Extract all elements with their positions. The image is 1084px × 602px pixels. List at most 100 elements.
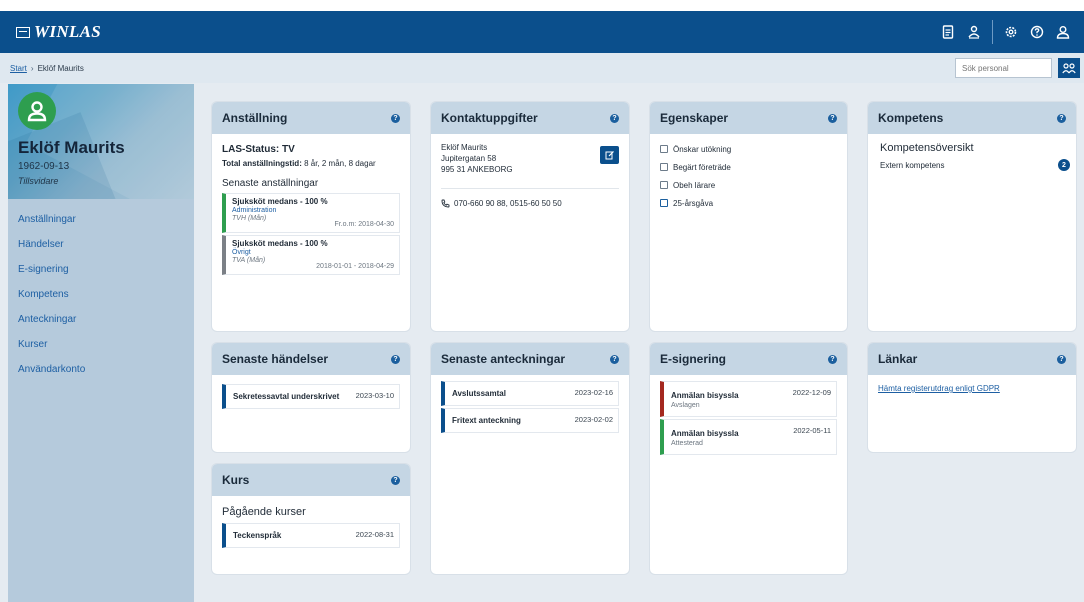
checkbox-icon <box>660 163 668 171</box>
card-title: Anställning <box>222 111 288 125</box>
property-checkbox[interactable]: Obeh lärare <box>660 176 837 194</box>
contact-street: Jupitergatan 58 <box>441 154 497 163</box>
sidebar-item-e-signering[interactable]: E-signering <box>8 257 194 282</box>
course-heading: Pågående kurser <box>222 506 306 518</box>
help-icon[interactable]: ? <box>610 354 619 364</box>
total-value: 8 år, 2 mån, 8 dagar <box>304 159 376 168</box>
sidebar-item-kurser[interactable]: Kurser <box>8 332 194 357</box>
breadcrumb-current: Eklöf Maurits <box>37 63 84 73</box>
esign-date: 2022-05-11 <box>793 426 831 435</box>
section-heading: Senaste anställningar <box>222 178 319 189</box>
competence-row[interactable]: Extern kompetens 2 <box>880 159 1070 171</box>
card-title: Länkar <box>878 352 918 366</box>
property-label: Begärt företräde <box>673 162 731 172</box>
edit-icon <box>605 151 614 160</box>
help-icon[interactable]: ? <box>1057 113 1066 123</box>
employment-card: Anställning ? LAS-Status: TV Total anstä… <box>212 102 410 331</box>
card-title: Kurs <box>222 473 250 487</box>
property-checkbox[interactable]: Begärt företräde <box>660 158 837 176</box>
note-date: 2023-02-02 <box>574 415 613 424</box>
card-title: Senaste anteckningar <box>441 352 566 366</box>
property-checkbox[interactable]: 25-årsgåva <box>660 194 837 212</box>
note-date: 2023-02-16 <box>574 388 613 397</box>
logo-icon <box>16 26 30 38</box>
checkbox-icon <box>660 199 668 207</box>
contact-phone: 070-660 90 88, 0515-60 50 50 <box>454 199 562 208</box>
help-icon[interactable]: ? <box>1057 354 1066 364</box>
divider <box>441 188 619 189</box>
breadcrumb-separator-icon: › <box>30 63 34 73</box>
people-icon <box>1062 62 1076 73</box>
list-item[interactable]: Avslutssamtal 2023-02-16 <box>441 381 619 406</box>
employment-item[interactable]: Sjuksköt medans - 100 % Övrigt TVA (Mån)… <box>222 235 400 275</box>
esign-status: Attesterad <box>671 440 703 447</box>
gdpr-link[interactable]: Hämta registerutdrag enligt GDPR <box>878 384 1000 393</box>
profile-role: Tillsvidare <box>18 176 59 186</box>
esign-card: E-signering ? Anmälan bisyssla Avslagen … <box>650 343 847 574</box>
sidebar-item-anstallningar[interactable]: Anställningar <box>8 207 194 232</box>
document-icon[interactable] <box>935 19 961 45</box>
help-icon[interactable]: ? <box>610 113 619 123</box>
sidebar-item-anvandarkonto[interactable]: Användarkonto <box>8 357 194 382</box>
sidebar-item-kompetens[interactable]: Kompetens <box>8 282 194 307</box>
esign-status: Avslagen <box>671 402 700 409</box>
card-title: Egenskaper <box>660 111 729 125</box>
help-icon[interactable]: ? <box>828 354 837 364</box>
help-icon[interactable]: ? <box>391 475 400 485</box>
employment-unit: Administration <box>232 207 277 214</box>
property-label: Önskar utökning <box>673 144 732 154</box>
employment-date: 2018-01-01 - 2018-04-29 <box>316 263 394 270</box>
course-title: Teckenspråk <box>233 531 282 540</box>
list-item[interactable]: Anmälan bisyssla Avslagen 2022-12-09 <box>660 381 837 417</box>
card-title: E-signering <box>660 352 727 366</box>
list-item[interactable]: Anmälan bisyssla Attesterad 2022-05-11 <box>660 419 837 455</box>
note-title: Fritext anteckning <box>452 416 521 425</box>
property-checkbox[interactable]: Önskar utökning <box>660 140 837 158</box>
links-card: Länkar ? Hämta registerutdrag enligt GDP… <box>868 343 1076 452</box>
properties-card: Egenskaper ? Önskar utökning Begärt före… <box>650 102 847 331</box>
list-item[interactable]: Teckenspråk 2022-08-31 <box>222 523 400 548</box>
phone-icon <box>441 199 450 208</box>
total-label: Total anställningstid: <box>222 159 302 168</box>
gear-icon[interactable] <box>998 19 1024 45</box>
employment-title: Sjuksköt medans - 100 % <box>232 197 328 206</box>
breadcrumb-start-link[interactable]: Start <box>10 64 27 73</box>
card-title: Kompetens <box>878 111 944 125</box>
events-card: Senaste händelser ? Sekretessavtal under… <box>212 343 410 452</box>
edit-contact-button[interactable] <box>600 146 619 164</box>
note-title: Avslutssamtal <box>452 389 506 398</box>
user-avatar-icon <box>27 101 47 122</box>
las-status: LAS-Status: TV <box>222 144 295 155</box>
breadcrumb: Start › Eklöf Maurits <box>0 53 1084 83</box>
help-icon[interactable] <box>1024 19 1050 45</box>
sidebar-item-anteckningar[interactable]: Anteckningar <box>8 307 194 332</box>
toolbar-divider <box>992 20 993 44</box>
search-input[interactable] <box>955 58 1052 78</box>
course-date: 2022-08-31 <box>355 530 394 539</box>
user-list-icon[interactable] <box>961 19 987 45</box>
list-item[interactable]: Sekretessavtal underskrivet 2023-03-10 <box>222 384 400 409</box>
property-label: 25-årsgåva <box>673 198 714 208</box>
profile-name: Eklöf Maurits <box>18 138 125 157</box>
sidebar: Eklöf Maurits 1962-09-13 Tillsvidare Ans… <box>8 84 194 602</box>
search-people-button[interactable] <box>1058 58 1080 78</box>
event-date: 2023-03-10 <box>355 391 394 400</box>
user-icon[interactable] <box>1050 19 1076 45</box>
property-label: Obeh lärare <box>673 180 716 190</box>
app-logo[interactable]: WINLAS <box>16 22 101 42</box>
help-icon[interactable]: ? <box>391 354 400 364</box>
count-badge: 2 <box>1058 159 1070 171</box>
list-item[interactable]: Fritext anteckning 2023-02-02 <box>441 408 619 433</box>
employment-date: Fr.o.m: 2018-04-30 <box>334 221 394 228</box>
employment-item[interactable]: Sjuksköt medans - 100 % Administration T… <box>222 193 400 233</box>
sidebar-item-handelser[interactable]: Händelser <box>8 232 194 257</box>
course-card: Kurs ? Pågående kurser Teckenspråk 2022-… <box>212 464 410 574</box>
contact-name: Eklöf Maurits <box>441 143 488 152</box>
avatar <box>18 92 56 130</box>
app-name: WINLAS <box>34 22 101 41</box>
sidebar-nav: Anställningar Händelser E-signering Komp… <box>8 199 194 382</box>
top-bar: WINLAS <box>0 0 1084 53</box>
checkbox-icon <box>660 145 668 153</box>
help-icon[interactable]: ? <box>391 113 400 123</box>
help-icon[interactable]: ? <box>828 113 837 123</box>
